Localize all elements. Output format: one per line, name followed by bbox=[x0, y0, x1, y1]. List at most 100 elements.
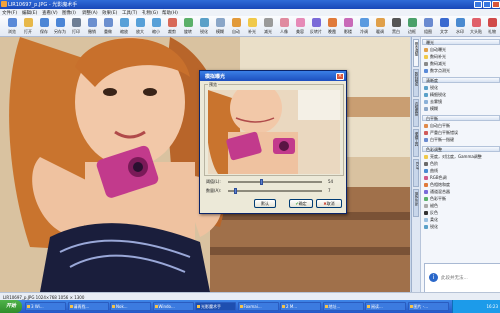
panel-tab-0[interactable]: 基本调整 bbox=[413, 39, 419, 67]
cancel-label: 取消 bbox=[326, 201, 335, 206]
status-text: LIR10697_p.JPG 1024×768 1056 × 1300 bbox=[3, 294, 85, 300]
taskbar-item[interactable]: 请再找... bbox=[67, 302, 109, 311]
panel-item[interactable]: 自动白平衡 bbox=[424, 123, 450, 129]
window-icon bbox=[69, 305, 73, 308]
toolbar-icon bbox=[8, 18, 17, 27]
window-icon bbox=[27, 305, 30, 308]
panel-item-label: 数码减光 bbox=[430, 61, 446, 66]
taskbar-item[interactable]: 地址... bbox=[322, 302, 364, 311]
right-panel: 基本调整数码暗房边框图层便捷工具 EXIF 操作历史 曝光自动曝光数码补光 数码减光数… bbox=[411, 37, 500, 293]
panel-item-label: 褪色 bbox=[430, 203, 438, 208]
clock: 16:23 bbox=[486, 304, 498, 309]
dialog-title-bar[interactable]: 模拟曝光 × bbox=[200, 71, 346, 81]
threshold-track[interactable] bbox=[228, 181, 322, 183]
toolbar-icon bbox=[104, 18, 113, 27]
toolbar: 浏览 打开 保存 另存为 打印 撤销 重做 缩放 放大 缩小 裁剪 旋转 锐化 模糊 自动 补光 减光 人像 美容反… bbox=[0, 16, 500, 37]
panel-item-icon bbox=[424, 99, 428, 104]
toolbar-icon bbox=[328, 18, 337, 27]
panel-item-icon bbox=[424, 54, 428, 59]
section-header[interactable]: 色彩调整 bbox=[422, 146, 500, 152]
vertical-tabs: 基本调整数码暗房边框图层便捷工具 EXIF 操作历史 bbox=[412, 37, 421, 292]
panel-tab-label: 便捷工具 bbox=[415, 132, 419, 146]
taskbar-item-label: Nok... bbox=[116, 304, 128, 309]
panel-item[interactable]: 亮度，对比度，Gamma调整 bbox=[424, 154, 482, 160]
close-button[interactable] bbox=[492, 1, 500, 8]
taskbar-item[interactable]: Windo... bbox=[152, 302, 194, 311]
minimize-button[interactable] bbox=[474, 1, 482, 8]
section-header[interactable]: 清晰度 bbox=[422, 77, 500, 83]
taskbar-item-label: Foxmai... bbox=[243, 304, 262, 309]
cancel-button[interactable]: ✖取消 bbox=[316, 199, 342, 208]
section-header[interactable]: 白平衡 bbox=[422, 115, 500, 121]
taskbar-item[interactable]: 2 M... bbox=[280, 302, 321, 311]
panel-item[interactable]: 自动曝光 bbox=[424, 47, 446, 53]
panel-tab-4[interactable]: EXIF bbox=[413, 159, 419, 187]
toolbar-icon bbox=[120, 18, 129, 27]
slider-row-amount: 数量(A): 7 bbox=[206, 187, 342, 194]
amount-label: 数量(A): bbox=[206, 188, 222, 193]
panel-item-icon bbox=[424, 217, 428, 222]
panel-item[interactable]: 去雾镜 bbox=[424, 99, 442, 105]
panel-item[interactable]: 色彩平衡 bbox=[424, 196, 446, 202]
taskbar-item[interactable]: Nok... bbox=[110, 302, 151, 311]
panel-item[interactable]: 曲线 bbox=[424, 168, 438, 174]
panel-item[interactable]: 反色 bbox=[424, 210, 438, 216]
panel-item-icon bbox=[424, 47, 428, 52]
panel-item-label: 通道混合器 bbox=[430, 189, 450, 194]
panel-item[interactable]: 柔化 bbox=[424, 217, 438, 223]
panel-tab-5[interactable]: 操作历史 bbox=[413, 189, 419, 217]
panel-item-label: 自动曝光 bbox=[430, 47, 446, 52]
section-header[interactable]: 曝光 bbox=[422, 39, 500, 45]
dialog-close-button[interactable]: × bbox=[336, 72, 344, 80]
window-icon bbox=[324, 305, 328, 308]
panel-item-label: 去雾镜 bbox=[430, 99, 442, 104]
threshold-slider-thumb[interactable] bbox=[260, 178, 264, 185]
taskbar-item-label: 图片 -... bbox=[413, 304, 429, 309]
exposure-dialog: 模拟曝光 × 预览 阈值(L): 54 数量(A): 7 默认 ✔确定 ✖取消 bbox=[199, 70, 347, 214]
taskbar-item[interactable]: 阅读... bbox=[365, 302, 406, 311]
panel-item[interactable]: RGB色调 bbox=[424, 175, 447, 181]
panel-item[interactable]: 数字点测光 bbox=[424, 68, 450, 74]
panel-tab-1[interactable]: 数码暗房 bbox=[413, 69, 419, 97]
amount-track[interactable] bbox=[228, 190, 322, 192]
amount-slider-thumb[interactable] bbox=[234, 187, 238, 194]
panel-item-icon bbox=[424, 161, 428, 166]
taskbar-item-label: 地址... bbox=[328, 304, 341, 309]
taskbar-item[interactable]: Foxmai... bbox=[237, 302, 279, 311]
panel-item[interactable]: 白平衡一指键 bbox=[424, 137, 454, 143]
taskbar-item-label: 请再找... bbox=[73, 304, 90, 309]
toolbar-button-30[interactable]: 礼物 bbox=[482, 17, 500, 35]
maximize-button[interactable] bbox=[483, 1, 491, 8]
panel-item-icon bbox=[424, 137, 428, 142]
panel-item[interactable]: 模糊 bbox=[424, 106, 438, 112]
taskbar-item[interactable]: 光影魔术手 bbox=[195, 302, 236, 311]
panel-tab-3[interactable]: 便捷工具 bbox=[413, 129, 419, 157]
panel-item[interactable]: 锐化 bbox=[424, 85, 438, 91]
panel-tab-2[interactable]: 边框图层 bbox=[413, 99, 419, 127]
taskbar-item[interactable]: 3 Wi... bbox=[25, 302, 66, 311]
ok-label: 确定 bbox=[298, 201, 307, 206]
taskbar-item[interactable]: 图片 -... bbox=[407, 302, 449, 311]
start-button[interactable]: 开始 bbox=[0, 300, 22, 313]
toolbar-icon bbox=[424, 18, 433, 27]
panel-item[interactable]: 褪色 bbox=[424, 203, 438, 209]
panel-item[interactable]: 通道混合器 bbox=[424, 189, 450, 195]
window-icon bbox=[112, 305, 115, 308]
threshold-label: 阈值(L): bbox=[206, 179, 221, 184]
system-tray: 16:23 bbox=[452, 300, 500, 313]
panel-item[interactable]: 数码减光 bbox=[424, 61, 446, 67]
panel-item[interactable]: 精细锐化 bbox=[424, 92, 446, 98]
default-button[interactable]: 默认 bbox=[254, 199, 276, 208]
amount-value: 7 bbox=[328, 188, 331, 193]
panel-item[interactable]: 色相饱和度 bbox=[424, 182, 450, 188]
ok-button[interactable]: ✔确定 bbox=[289, 199, 313, 208]
toolbar-icon bbox=[152, 18, 161, 27]
window-title: LIR10697_p.JPG - 光影魔术手 bbox=[8, 2, 78, 8]
panel-item[interactable]: 严重白平衡错误 bbox=[424, 130, 458, 136]
toolbar-icon bbox=[280, 18, 289, 27]
panel-item-label: 严重白平衡错误 bbox=[430, 130, 458, 135]
panel-item[interactable]: 锐化 bbox=[424, 224, 438, 230]
toolbar-icon bbox=[216, 18, 225, 27]
panel-item[interactable]: 色阶 bbox=[424, 161, 438, 167]
panel-item[interactable]: 数码补光 bbox=[424, 54, 446, 60]
